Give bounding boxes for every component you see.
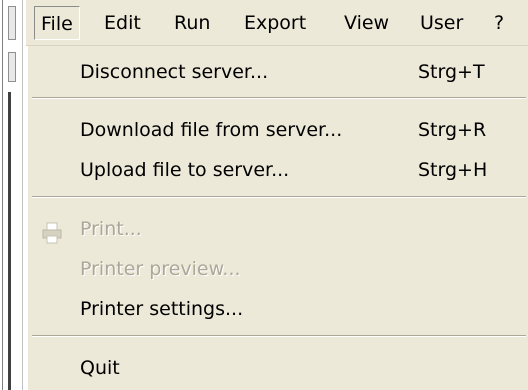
menu-item-shortcut: Strg+T (418, 61, 485, 83)
menu-item-label: Disconnect server... (80, 61, 269, 83)
menu-user[interactable]: User (414, 6, 469, 40)
menu-item-download-file[interactable]: Download file from server... Strg+R (28, 110, 528, 150)
menu-run[interactable]: Run (168, 6, 216, 40)
menu-file[interactable]: File (34, 6, 80, 40)
menu-item-printer-preview[interactable]: Printer preview... (28, 249, 528, 289)
printer-icon (42, 218, 62, 244)
menu-item-label: Download file from server... (80, 119, 343, 141)
menu-help[interactable]: ? (488, 6, 510, 40)
menu-item-label: Printer preview... (80, 258, 241, 280)
menu-item-shortcut: Strg+R (418, 119, 487, 141)
toolbar-grip[interactable] (8, 52, 16, 82)
file-menu-dropdown: Disconnect server... Strg+T Download fil… (26, 46, 528, 390)
menu-item-disconnect-server[interactable]: Disconnect server... Strg+T (28, 52, 528, 92)
menu-separator (32, 97, 526, 99)
frame-border-line (22, 0, 23, 390)
frame-scroll-edge (8, 92, 11, 390)
menu-separator (32, 335, 526, 337)
menu-separator (32, 196, 526, 198)
menu-item-printer-settings[interactable]: Printer settings... (28, 289, 528, 329)
menu-item-label: Quit (80, 357, 120, 379)
menu-item-print[interactable]: Print... (28, 209, 528, 249)
menu-item-label: Print... (80, 218, 142, 240)
toolbar-grip[interactable] (8, 6, 16, 40)
frame-border-line (2, 0, 3, 390)
menu-item-label: Printer settings... (80, 298, 244, 320)
menu-view[interactable]: View (338, 6, 395, 40)
menu-item-upload-file[interactable]: Upload file to server... Strg+H (28, 150, 528, 190)
menu-item-shortcut: Strg+H (418, 159, 488, 181)
window-frame-left (0, 0, 26, 390)
menu-edit[interactable]: Edit (98, 6, 147, 40)
menu-item-label: Upload file to server... (80, 159, 290, 181)
menu-bar: File Edit Run Export View User ? (26, 0, 528, 46)
menu-item-quit[interactable]: Quit (28, 348, 528, 388)
menu-export[interactable]: Export (238, 6, 312, 40)
